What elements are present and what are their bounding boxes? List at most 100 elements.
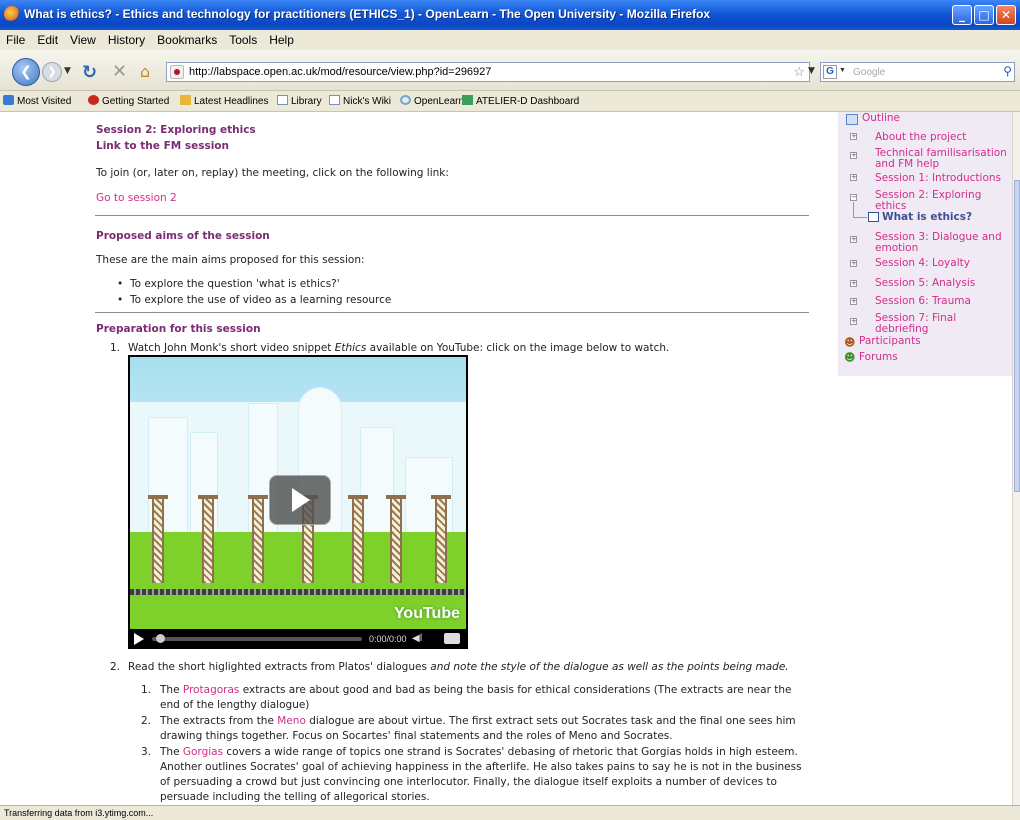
- scrollbar-thumb[interactable]: [1014, 180, 1020, 492]
- bookmark-nicks-wiki[interactable]: Nick's Wiki: [329, 95, 391, 107]
- pylon: [431, 495, 451, 583]
- stop-icon[interactable]: ✕: [112, 61, 127, 82]
- outline-item-session-5[interactable]: Session 5: Analysis: [875, 278, 975, 289]
- bookmark-openlearn[interactable]: OpenLearn: [400, 95, 464, 107]
- bookmark-star-icon[interactable]: ☆: [793, 64, 805, 80]
- search-box[interactable]: G ▼ Google ⚲: [820, 62, 1015, 82]
- extract-number: 3.: [141, 746, 152, 758]
- expand-icon[interactable]: +: [850, 318, 857, 325]
- bookmark-latest-headlines[interactable]: Latest Headlines: [180, 95, 269, 107]
- menu-bookmarks[interactable]: Bookmarks: [151, 30, 223, 47]
- google-engine-icon[interactable]: G: [823, 65, 837, 79]
- video-player[interactable]: YouTube 0:00/0:00 ◀ǀ: [128, 355, 468, 649]
- bookmark-atelier-d[interactable]: ATELIER-D Dashboard: [462, 95, 579, 107]
- pylon: [248, 495, 268, 583]
- expand-icon[interactable]: +: [850, 298, 857, 305]
- outline-block: Outline + About the project + Technical …: [838, 112, 1012, 376]
- extract-line: persuade including the telling of allego…: [160, 791, 430, 803]
- fullscreen-icon[interactable]: [444, 633, 460, 644]
- menu-history[interactable]: History: [102, 30, 151, 47]
- url-dropdown-icon[interactable]: ▼: [808, 66, 815, 76]
- site-identity-icon[interactable]: [170, 65, 184, 79]
- expand-icon[interactable]: +: [850, 152, 857, 159]
- video-thumbnail[interactable]: YouTube: [130, 357, 466, 629]
- outline-link[interactable]: Outline: [862, 112, 900, 124]
- reload-icon[interactable]: ↻: [82, 62, 97, 83]
- menu-edit[interactable]: Edit: [31, 30, 64, 47]
- expand-icon[interactable]: +: [850, 133, 857, 140]
- outline-item-session-4[interactable]: Session 4: Loyalty: [875, 258, 970, 269]
- session-title: Session 2: Exploring ethics: [96, 124, 256, 136]
- navigation-toolbar: ❮ ❯ ▼ ↻ ✕ ⌂ http://labspace.open.ac.uk/m…: [0, 50, 1020, 91]
- outline-item-session-3[interactable]: Session 3: Dialogue and emotion: [875, 232, 1002, 254]
- outline-item-session-7[interactable]: Session 7: Final debriefing: [875, 313, 956, 335]
- extract-line: end of the lengthy dialogue): [160, 699, 310, 711]
- search-icon[interactable]: ⚲: [1003, 64, 1012, 78]
- extract-line: The Gorgias covers a wide range of topic…: [160, 746, 798, 758]
- home-icon[interactable]: ⌂: [140, 62, 150, 81]
- bookmark-library[interactable]: Library: [277, 95, 322, 107]
- close-button[interactable]: ✕: [996, 5, 1016, 25]
- search-placeholder[interactable]: Google: [853, 67, 885, 78]
- outline-item-session-6[interactable]: Session 6: Trauma: [875, 296, 971, 307]
- video-controls: 0:00/0:00 ◀ǀ: [128, 629, 468, 649]
- play-icon[interactable]: [134, 633, 144, 645]
- aims-heading: Proposed aims of the session: [96, 230, 270, 242]
- video-time: 0:00/0:00: [369, 634, 407, 644]
- openlearn-icon: [400, 95, 411, 105]
- outline-item-about[interactable]: About the project: [875, 132, 966, 143]
- pylon: [198, 495, 218, 583]
- go-to-session-link[interactable]: Go to session 2: [96, 192, 177, 204]
- forums-link[interactable]: Forums: [859, 351, 898, 363]
- extract-line: The extracts from the Meno dialogue are …: [160, 715, 796, 727]
- meno-link[interactable]: Meno: [277, 715, 306, 727]
- expand-icon[interactable]: +: [850, 280, 857, 287]
- prep-heading: Preparation for this session: [96, 323, 261, 335]
- forward-button[interactable]: ❯: [42, 62, 62, 82]
- menu-help[interactable]: Help: [263, 30, 300, 47]
- history-dropdown-icon[interactable]: ▼: [64, 66, 71, 76]
- aim-item: To explore the use of video as a learnin…: [117, 294, 391, 306]
- seek-bar[interactable]: [152, 637, 362, 641]
- bookmark-getting-started[interactable]: Getting Started: [88, 95, 169, 107]
- step-number: 2.: [110, 661, 121, 673]
- youtube-logo[interactable]: YouTube: [394, 605, 460, 623]
- current-page-label: What is ethics?: [882, 211, 973, 223]
- menu-tools[interactable]: Tools: [223, 30, 263, 47]
- play-overlay-button[interactable]: [269, 475, 331, 525]
- expand-icon[interactable]: +: [850, 236, 857, 243]
- volume-icon[interactable]: ◀ǀ: [412, 633, 422, 644]
- outline-item-session-1[interactable]: Session 1: Introductions: [875, 173, 1001, 184]
- expand-icon[interactable]: +: [850, 174, 857, 181]
- aims-intro: These are the main aims proposed for thi…: [96, 254, 365, 266]
- expand-icon[interactable]: +: [850, 260, 857, 267]
- back-button[interactable]: ❮: [12, 58, 40, 86]
- outline-item-session-2[interactable]: Session 2: Exploring ethics: [875, 190, 981, 212]
- outline-icon: [846, 114, 858, 125]
- url-text[interactable]: http://labspace.open.ac.uk/mod/resource/…: [189, 66, 491, 78]
- page-icon: [277, 95, 288, 105]
- step-number: 1.: [110, 342, 121, 354]
- fm-link-heading: Link to the FM session: [96, 140, 229, 152]
- outline-item-technical[interactable]: Technical familisarisation and FM help: [875, 148, 1007, 170]
- extract-line: The Protagoras extracts are about good a…: [160, 684, 792, 696]
- firefox-icon: [4, 6, 20, 22]
- maximize-button[interactable]: □: [974, 5, 994, 25]
- status-text: Transferring data from i3.ytimg.com...: [4, 808, 154, 818]
- collapse-icon[interactable]: −: [850, 194, 857, 201]
- menu-view[interactable]: View: [64, 30, 102, 47]
- seek-handle[interactable]: [156, 634, 165, 643]
- step1-text: Watch John Monk's short video snippet Et…: [128, 342, 670, 354]
- menu-file[interactable]: File: [0, 30, 31, 47]
- minimize-button[interactable]: _: [952, 5, 972, 25]
- engine-dropdown-icon[interactable]: ▼: [839, 67, 846, 74]
- bookmarks-toolbar: Most Visited Getting Started Latest Head…: [0, 91, 1020, 112]
- vertical-scrollbar[interactable]: [1012, 112, 1020, 805]
- bookmark-most-visited[interactable]: Most Visited: [3, 95, 71, 107]
- railway-track: [130, 589, 466, 595]
- extract-line: of persuading a crowd but just convincin…: [160, 776, 777, 788]
- url-bar[interactable]: http://labspace.open.ac.uk/mod/resource/…: [166, 62, 810, 82]
- gorgias-link[interactable]: Gorgias: [183, 746, 223, 758]
- participants-link[interactable]: Participants: [859, 335, 921, 347]
- protagoras-link[interactable]: Protagoras: [183, 684, 240, 696]
